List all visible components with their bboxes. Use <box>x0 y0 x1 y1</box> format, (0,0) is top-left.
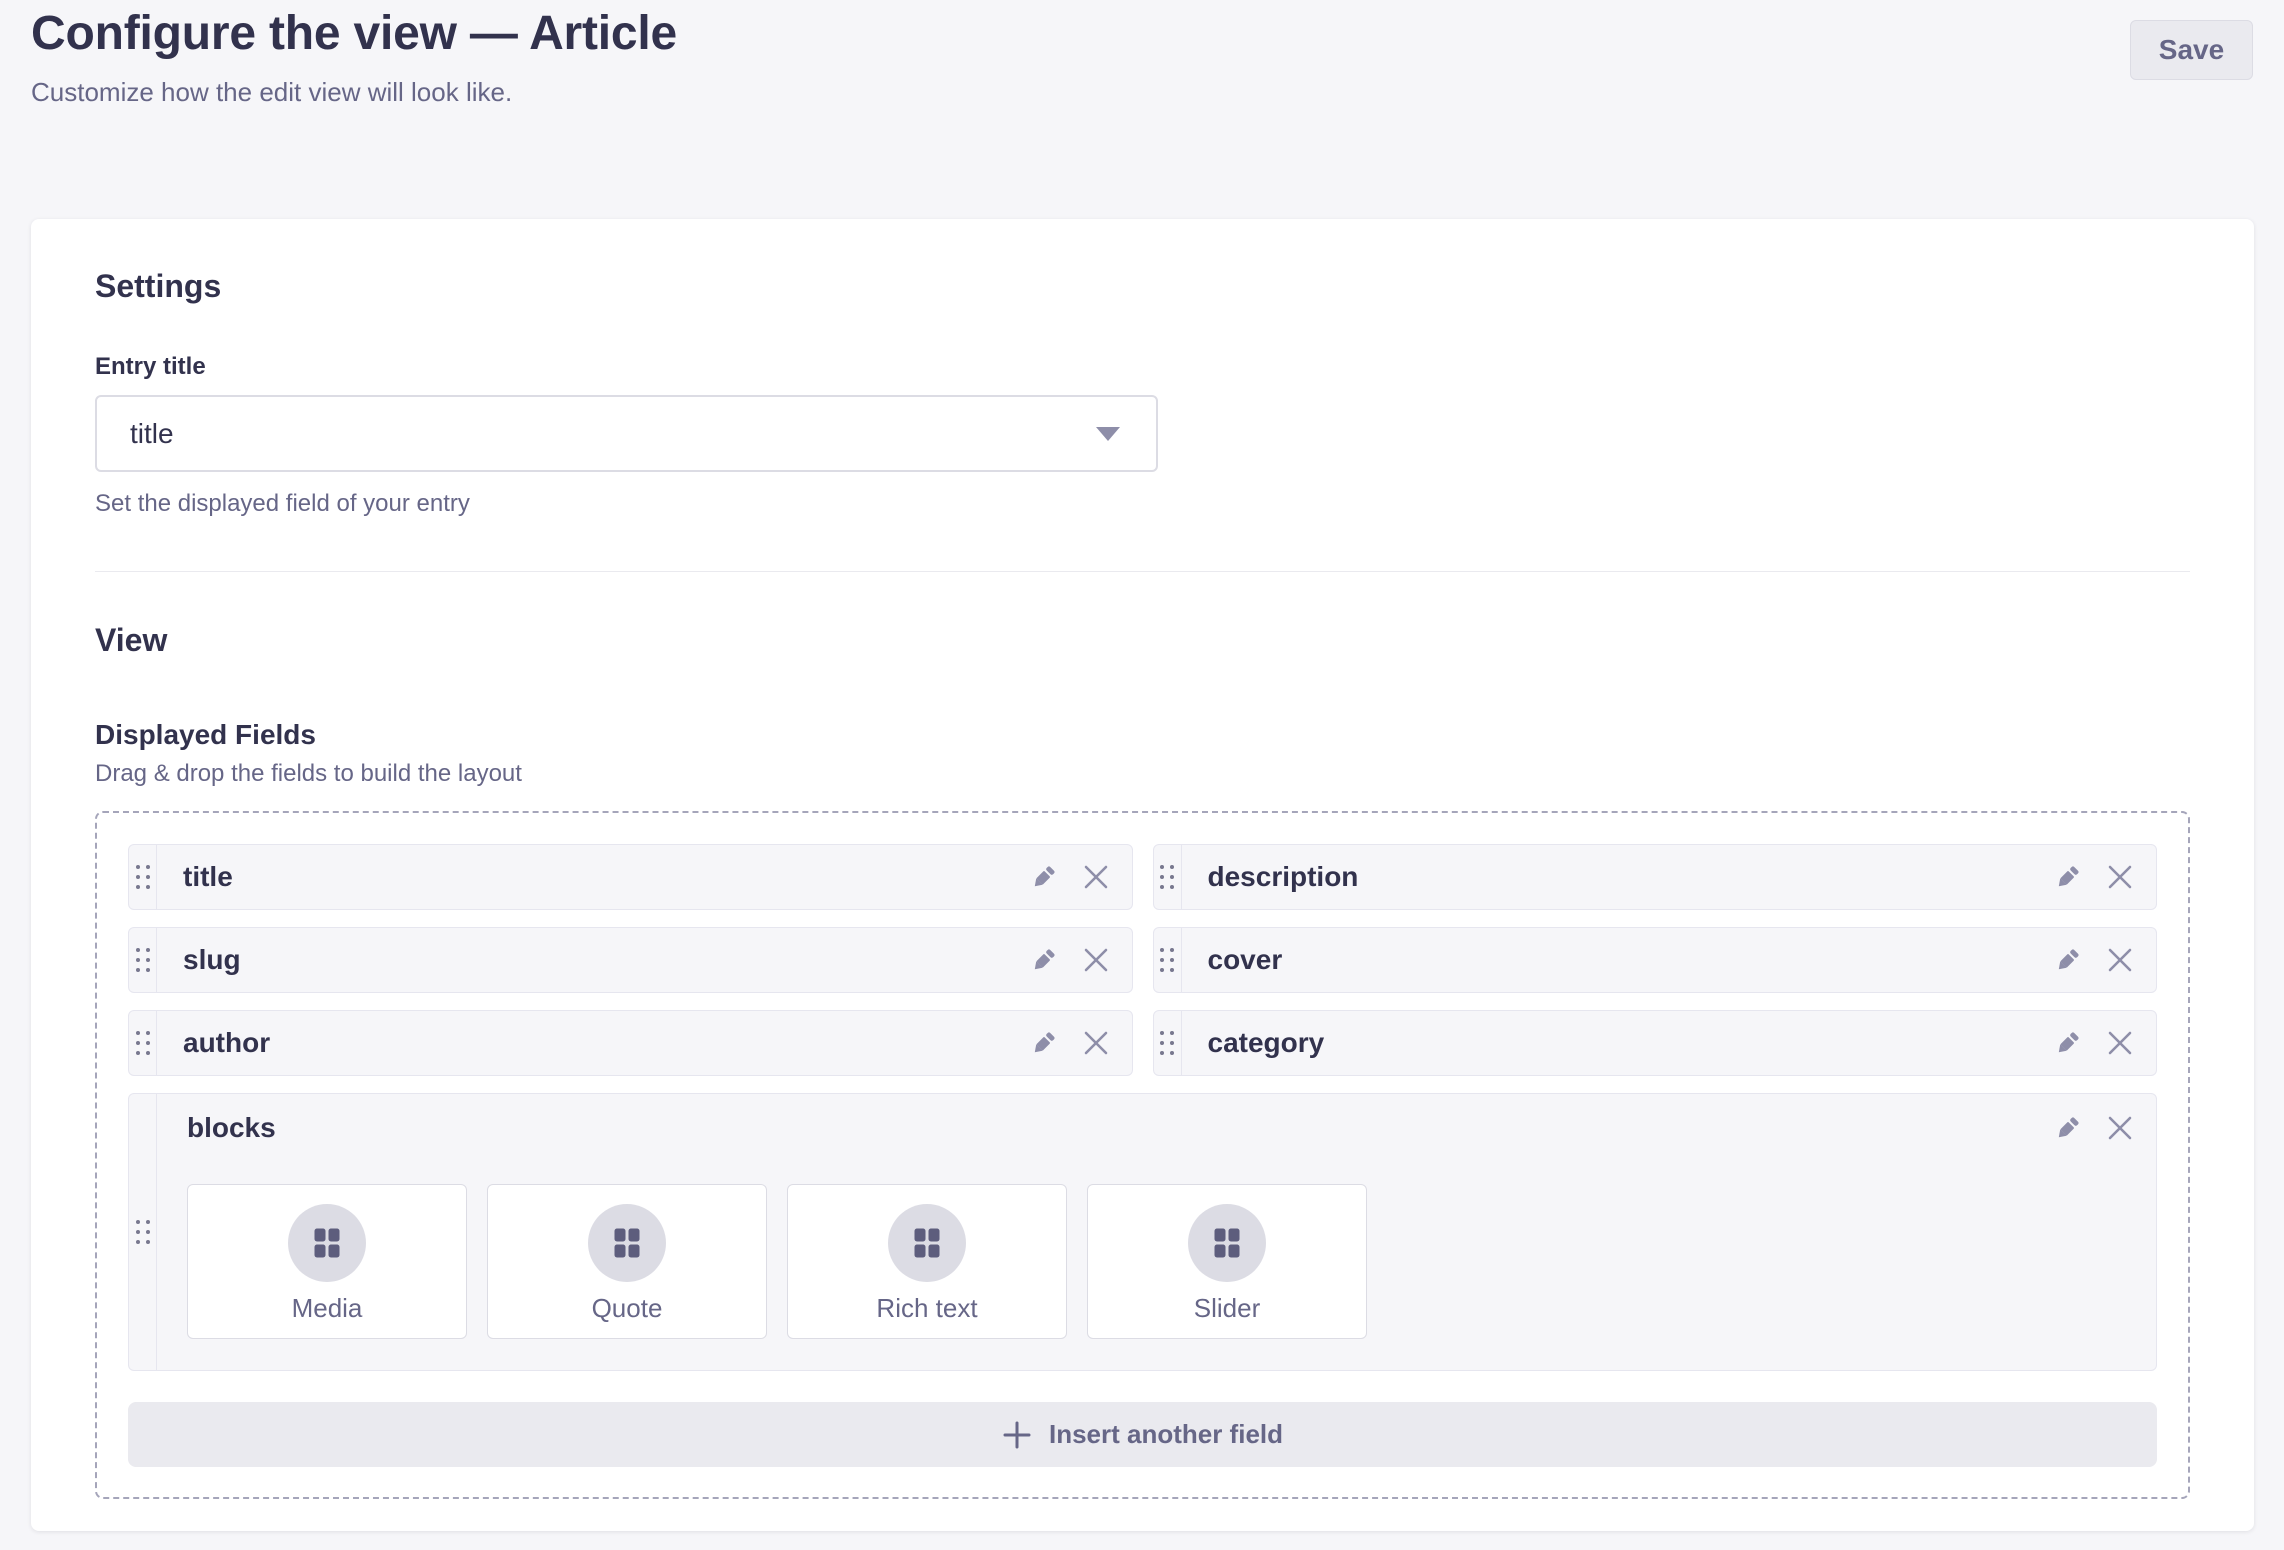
page-title: Configure the view — Article <box>31 6 2253 62</box>
component-icon-circle <box>588 1204 666 1282</box>
entry-title-select-value: title <box>130 418 174 450</box>
pencil-icon <box>1030 863 1058 891</box>
remove-field-button[interactable] <box>1076 1023 1116 1063</box>
component-card-media[interactable]: Media <box>187 1184 467 1339</box>
close-icon <box>2106 863 2134 891</box>
pencil-icon <box>2054 1114 2082 1142</box>
field-label: description <box>1208 861 1359 893</box>
edit-field-button[interactable] <box>1024 857 1064 897</box>
field-label: cover <box>1208 944 1283 976</box>
main-card: Settings Entry title title Set the displ… <box>31 219 2254 1531</box>
edit-field-button[interactable] <box>1024 1023 1064 1063</box>
component-icon-circle <box>888 1204 966 1282</box>
remove-field-button[interactable] <box>2100 1108 2140 1148</box>
remove-field-button[interactable] <box>2100 1023 2140 1063</box>
dynamic-zone-label: blocks <box>187 1112 276 1144</box>
settings-section-title: Settings <box>95 266 2190 306</box>
drag-handle-icon[interactable] <box>129 928 157 992</box>
displayed-fields-title: Displayed Fields <box>95 717 2190 753</box>
remove-field-button[interactable] <box>2100 940 2140 980</box>
component-icon-circle <box>1188 1204 1266 1282</box>
edit-field-button[interactable] <box>2048 857 2088 897</box>
chevron-down-icon <box>1096 427 1120 441</box>
close-icon <box>2106 1029 2134 1057</box>
close-icon <box>1082 863 1110 891</box>
component-label: Slider <box>1194 1293 1260 1324</box>
field-row-title[interactable]: title <box>128 844 1133 910</box>
close-icon <box>1082 1029 1110 1057</box>
plus-icon <box>1002 1420 1032 1450</box>
field-row-slug[interactable]: slug <box>128 927 1133 993</box>
close-icon <box>1082 946 1110 974</box>
field-label: slug <box>183 944 241 976</box>
insert-another-field-label: Insert another field <box>1049 1419 1283 1450</box>
field-label: author <box>183 1027 270 1059</box>
dynamic-zone-components: Media Quote Rich text <box>187 1184 2140 1339</box>
save-button[interactable]: Save <box>2130 20 2253 80</box>
remove-field-button[interactable] <box>1076 940 1116 980</box>
pencil-icon <box>2054 946 2082 974</box>
grid-icon <box>614 1228 640 1258</box>
component-card-rich-text[interactable]: Rich text <box>787 1184 1067 1339</box>
component-card-quote[interactable]: Quote <box>487 1184 767 1339</box>
drag-handle-icon[interactable] <box>129 1094 157 1370</box>
pencil-icon <box>2054 1029 2082 1057</box>
section-divider <box>95 571 2190 572</box>
component-icon-circle <box>288 1204 366 1282</box>
edit-field-button[interactable] <box>2048 1108 2088 1148</box>
drag-handle-icon[interactable] <box>129 1011 157 1075</box>
entry-title-label: Entry title <box>95 352 2190 381</box>
component-card-slider[interactable]: Slider <box>1087 1184 1367 1339</box>
pencil-icon <box>1030 946 1058 974</box>
page-header: Configure the view — Article Customize h… <box>0 0 2284 108</box>
field-row-author[interactable]: author <box>128 1010 1133 1076</box>
page-subtitle: Customize how the edit view will look li… <box>31 76 2253 108</box>
fields-dropzone: title description <box>95 811 2190 1499</box>
field-label: title <box>183 861 233 893</box>
grid-icon <box>314 1228 340 1258</box>
pencil-icon <box>1030 1029 1058 1057</box>
field-row-cover[interactable]: cover <box>1153 927 2158 993</box>
drag-handle-icon[interactable] <box>1154 1011 1182 1075</box>
component-label: Rich text <box>876 1293 977 1324</box>
field-row-description[interactable]: description <box>1153 844 2158 910</box>
close-icon <box>2106 946 2134 974</box>
entry-title-select[interactable]: title <box>95 395 1158 472</box>
pencil-icon <box>2054 863 2082 891</box>
entry-title-hint: Set the displayed field of your entry <box>95 489 2190 519</box>
edit-field-button[interactable] <box>1024 940 1064 980</box>
displayed-fields-hint: Drag & drop the fields to build the layo… <box>95 759 2190 789</box>
remove-field-button[interactable] <box>1076 857 1116 897</box>
field-row-category[interactable]: category <box>1153 1010 2158 1076</box>
close-icon <box>2106 1114 2134 1142</box>
component-label: Media <box>292 1293 363 1324</box>
field-row-blocks[interactable]: blocks Media <box>128 1093 2157 1371</box>
grid-icon <box>914 1228 940 1258</box>
edit-field-button[interactable] <box>2048 1023 2088 1063</box>
drag-handle-icon[interactable] <box>1154 845 1182 909</box>
component-label: Quote <box>592 1293 663 1324</box>
insert-another-field-button[interactable]: Insert another field <box>128 1402 2157 1467</box>
drag-handle-icon[interactable] <box>1154 928 1182 992</box>
drag-handle-icon[interactable] <box>129 845 157 909</box>
edit-field-button[interactable] <box>2048 940 2088 980</box>
fields-grid: title description <box>128 844 2157 1371</box>
grid-icon <box>1214 1228 1240 1258</box>
remove-field-button[interactable] <box>2100 857 2140 897</box>
field-label: category <box>1208 1027 1325 1059</box>
view-section-title: View <box>95 620 2190 660</box>
